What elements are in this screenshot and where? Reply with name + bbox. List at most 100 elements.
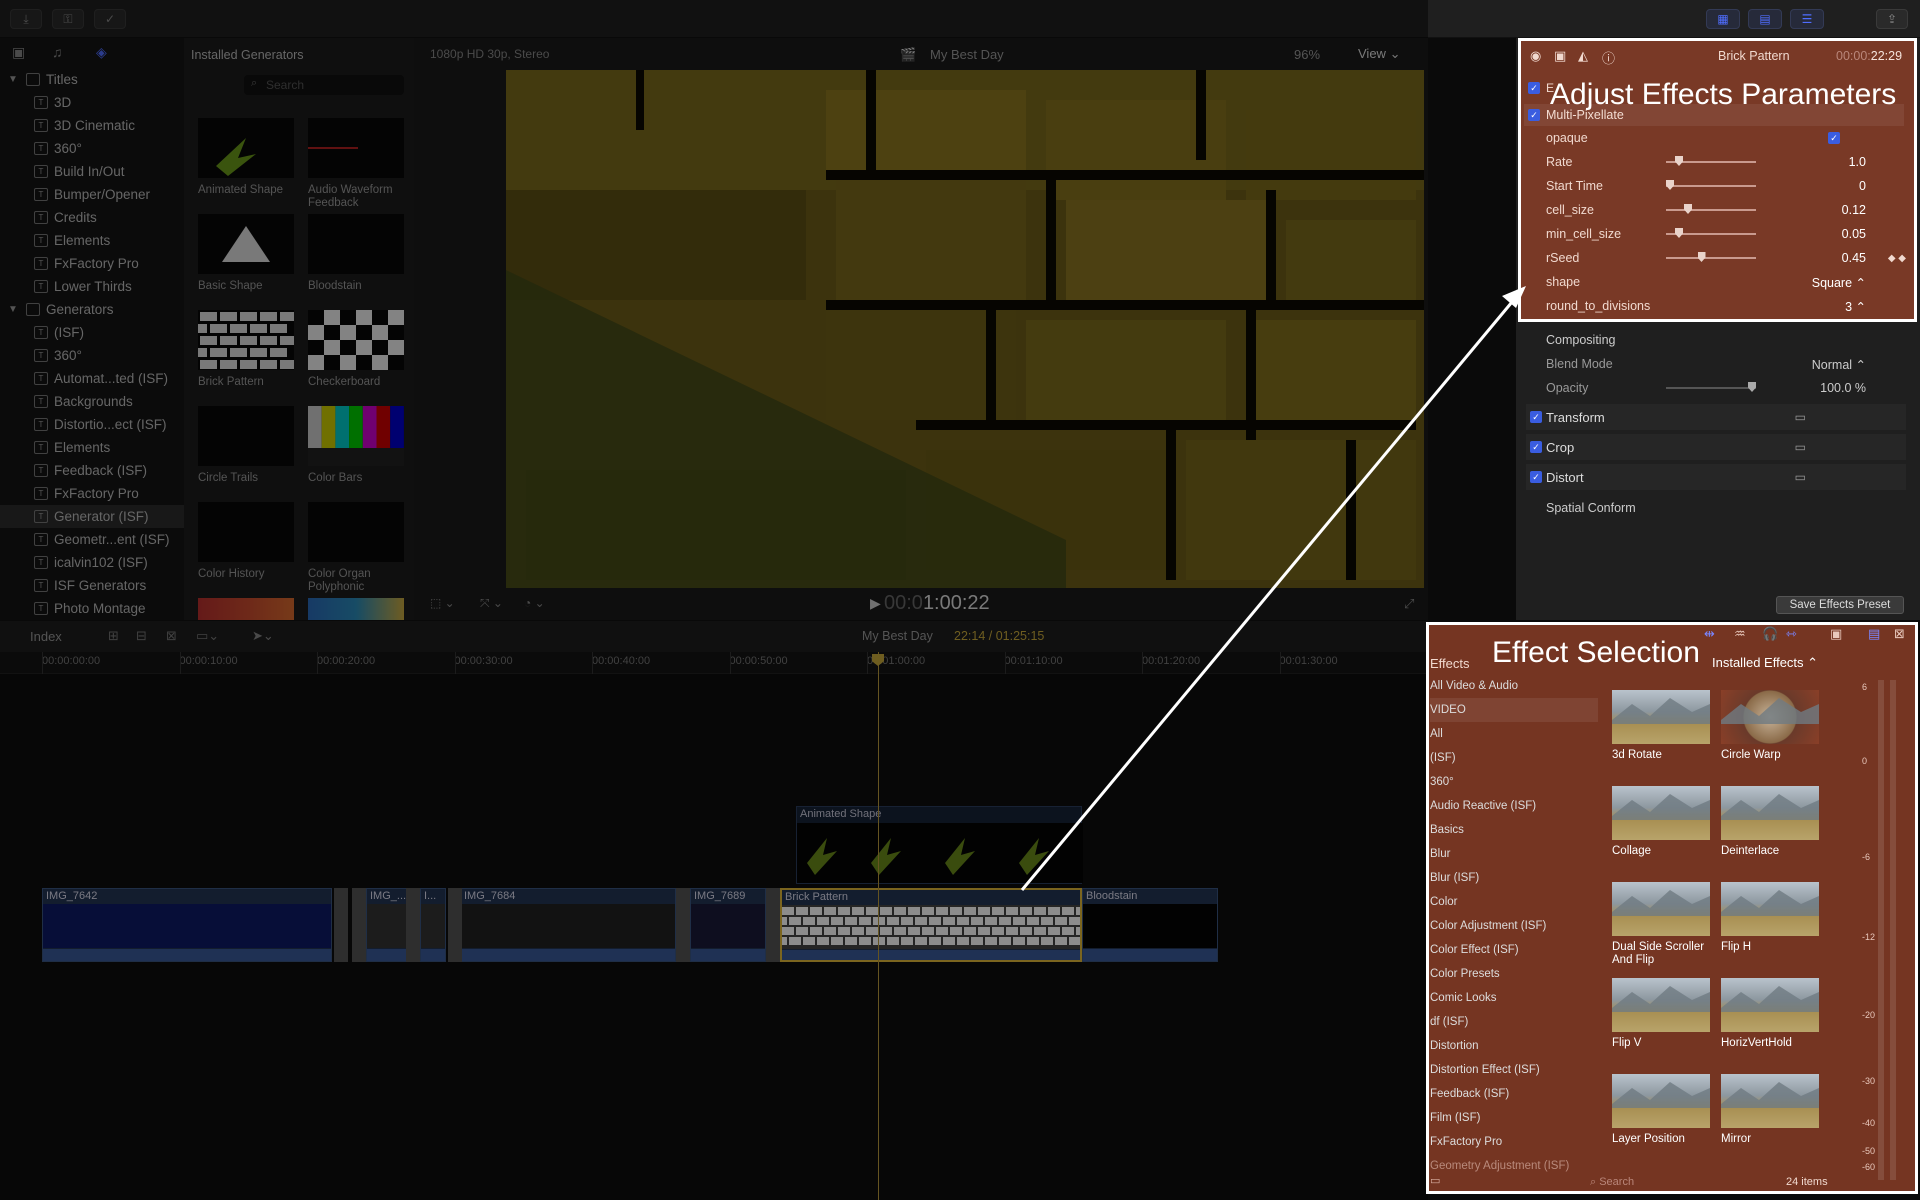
generator-item[interactable]: Circle Trails bbox=[198, 406, 294, 485]
library-item-generator[interactable]: T Distortio...ect (ISF) bbox=[0, 413, 184, 436]
blend-mode-value[interactable]: Normal ⌃ bbox=[1812, 357, 1866, 372]
browser-toggle-icon[interactable]: ▦ bbox=[1706, 9, 1740, 29]
opacity-value[interactable]: 100.0 % bbox=[1820, 381, 1866, 395]
append-clip-icon[interactable]: ⊞ bbox=[108, 628, 119, 644]
import-icon[interactable]: ⤓ bbox=[10, 9, 42, 29]
effects-category[interactable]: Color Adjustment (ISF) bbox=[1430, 914, 1600, 938]
effect-cut-checkbox[interactable]: ✓ bbox=[1528, 82, 1540, 94]
effects-category[interactable]: Feedback (ISF) bbox=[1430, 1082, 1600, 1106]
param-value[interactable]: 3 ⌃ bbox=[1845, 299, 1866, 314]
zoom-level[interactable]: 96% bbox=[1294, 47, 1320, 62]
effect-item[interactable]: Collage bbox=[1612, 786, 1710, 858]
inspector-toggle-icon[interactable]: ☰ bbox=[1790, 9, 1824, 29]
library-item-generator[interactable]: T Photo Montage bbox=[0, 597, 184, 620]
slider-knob[interactable] bbox=[1666, 180, 1674, 190]
param-row-rseed[interactable]: rSeed 0.45 ◆ ◆ bbox=[1526, 246, 1906, 270]
music-icon[interactable]: ♫ bbox=[52, 44, 63, 60]
titles-generators-icon[interactable]: ◈ bbox=[96, 44, 107, 61]
keyframe-icon[interactable]: ◆ ◆ bbox=[1888, 253, 1906, 264]
photos-browser-icon[interactable]: ▤ bbox=[1868, 626, 1880, 642]
param-slider[interactable] bbox=[1666, 180, 1756, 190]
library-item-title[interactable]: T Build In/Out bbox=[0, 160, 184, 183]
library-item-generator[interactable]: T ISF Generators bbox=[0, 574, 184, 597]
background-tasks-icon[interactable]: ✓ bbox=[94, 9, 126, 29]
param-value[interactable]: 0.12 bbox=[1842, 203, 1866, 217]
library-item-generator[interactable]: T Automat...ted (ISF) bbox=[0, 367, 184, 390]
gap-clip[interactable] bbox=[676, 888, 690, 962]
effects-search-input[interactable]: ⌕ Search bbox=[1590, 1176, 1634, 1189]
param-slider[interactable] bbox=[1666, 204, 1756, 214]
onscreen-control-icon[interactable]: ▭ bbox=[1795, 410, 1806, 424]
close-icon[interactable]: ⊠ bbox=[1894, 626, 1905, 642]
library-item-title[interactable]: T Credits bbox=[0, 206, 184, 229]
generator-item[interactable]: Animated Shape bbox=[198, 118, 294, 197]
viewer-layout-icon[interactable]: ⬚ ⌄ bbox=[430, 596, 455, 610]
opacity-row[interactable]: Opacity 100.0 % bbox=[1526, 376, 1906, 400]
spatial-conform-row[interactable]: Spatial Conform bbox=[1526, 496, 1906, 520]
onscreen-control-icon[interactable]: ▭ bbox=[1795, 470, 1806, 484]
sidebar-toggle-icon[interactable]: ▭ bbox=[1430, 1174, 1440, 1187]
multi-pixellate-checkbox[interactable]: ✓ bbox=[1528, 109, 1540, 121]
library-item-title[interactable]: T Bumper/Opener bbox=[0, 183, 184, 206]
browser-header[interactable]: Installed Generators bbox=[191, 48, 304, 62]
library-item-generator[interactable]: T Geometr...ent (ISF) bbox=[0, 528, 184, 551]
library-item-title[interactable]: T 360° bbox=[0, 137, 184, 160]
effects-category[interactable]: Basics bbox=[1430, 818, 1600, 842]
timeline-clip[interactable]: Bloodstain bbox=[1082, 888, 1218, 962]
info-icon[interactable]: ⓘ bbox=[1602, 48, 1615, 67]
photos-icon[interactable]: ▣ bbox=[12, 44, 25, 61]
effect-item[interactable]: Flip V bbox=[1612, 978, 1710, 1050]
effects-category[interactable]: (ISF) bbox=[1430, 746, 1600, 770]
param-row-rate[interactable]: Rate 1.0 bbox=[1526, 150, 1906, 174]
timeline-clip[interactable]: IMG_7684 bbox=[460, 888, 676, 962]
timeline-toggle-icon[interactable]: ▤ bbox=[1748, 9, 1782, 29]
effects-category[interactable]: Geometry Adjustment (ISF) bbox=[1430, 1154, 1600, 1178]
effects-category[interactable]: Film (ISF) bbox=[1430, 1106, 1600, 1130]
effect-item[interactable]: 3d Rotate bbox=[1612, 690, 1710, 762]
generator-item[interactable]: Color Organ Polyphonic bbox=[308, 502, 404, 594]
library-item-generator[interactable]: T FxFactory Pro bbox=[0, 482, 184, 505]
param-row-shape[interactable]: shape Square ⌃ bbox=[1526, 270, 1906, 294]
video-inspector-icon[interactable]: ◉ bbox=[1530, 48, 1541, 64]
effects-category[interactable]: df (ISF) bbox=[1430, 1010, 1600, 1034]
param-row-start-time[interactable]: Start Time 0 bbox=[1526, 174, 1906, 198]
generator-item[interactable]: Bloodstain bbox=[308, 214, 404, 293]
transform-tool-icon[interactable]: ⤧ ⌄ bbox=[480, 596, 503, 611]
effects-browser-icon[interactable]: ⇹ bbox=[1704, 626, 1715, 642]
section-checkbox[interactable]: ✓ bbox=[1530, 441, 1542, 453]
effects-category[interactable]: Audio Reactive (ISF) bbox=[1430, 794, 1600, 818]
playhead[interactable] bbox=[878, 652, 879, 1200]
library-item-generator[interactable]: T (ISF) bbox=[0, 321, 184, 344]
param-row-cell-size[interactable]: cell_size 0.12 bbox=[1526, 198, 1906, 222]
disclosure-triangle-icon[interactable]: ▼ bbox=[8, 304, 18, 315]
clip-edit-menu-icon[interactable]: ▭⌄ bbox=[196, 628, 219, 644]
slider-knob[interactable] bbox=[1675, 228, 1683, 238]
speed-icon[interactable]: ◔ ⌄ bbox=[524, 596, 545, 610]
gap-clip[interactable] bbox=[766, 888, 780, 962]
effects-category[interactable]: Comic Looks bbox=[1430, 986, 1600, 1010]
effect-item[interactable]: HorizVertHold bbox=[1721, 978, 1819, 1050]
audio-meter-icon[interactable]: ♒ bbox=[1734, 626, 1746, 642]
library-titles-folder[interactable]: ▼ Titles bbox=[0, 68, 184, 91]
effects-category[interactable]: All bbox=[1430, 722, 1600, 746]
insert-clip-icon[interactable]: ⊟ bbox=[136, 628, 147, 644]
headphones-icon[interactable]: 🎧 bbox=[1762, 626, 1778, 642]
library-item-generator[interactable]: Ticalvin102 (ISF) bbox=[0, 551, 184, 574]
slider-knob[interactable] bbox=[1675, 156, 1683, 166]
film-icon[interactable]: ▣ bbox=[1830, 626, 1842, 642]
effects-category[interactable]: All Video & Audio bbox=[1430, 674, 1600, 698]
gap-clip[interactable] bbox=[448, 888, 462, 962]
inspector-section[interactable]: ✓ Transform ▭ bbox=[1526, 404, 1906, 430]
gap-clip[interactable] bbox=[334, 888, 348, 962]
overwrite-clip-icon[interactable]: ⊠ bbox=[166, 628, 177, 644]
keyword-icon[interactable]: ⚿ bbox=[52, 9, 84, 29]
timeline-clip[interactable]: Brick Pattern bbox=[780, 888, 1082, 962]
library-item-generator[interactable]: T 360° bbox=[0, 344, 184, 367]
effect-item[interactable]: Dual Side Scroller And Flip bbox=[1612, 882, 1710, 967]
effect-item[interactable]: Mirror bbox=[1721, 1074, 1819, 1146]
generator-item[interactable]: Color History bbox=[198, 502, 294, 581]
section-checkbox[interactable]: ✓ bbox=[1530, 411, 1542, 423]
param-row-min-cell-size[interactable]: min_cell_size 0.05 bbox=[1526, 222, 1906, 246]
timeline-clip[interactable]: IMG_7642 bbox=[42, 888, 332, 962]
param-value[interactable]: 1.0 bbox=[1849, 155, 1866, 169]
